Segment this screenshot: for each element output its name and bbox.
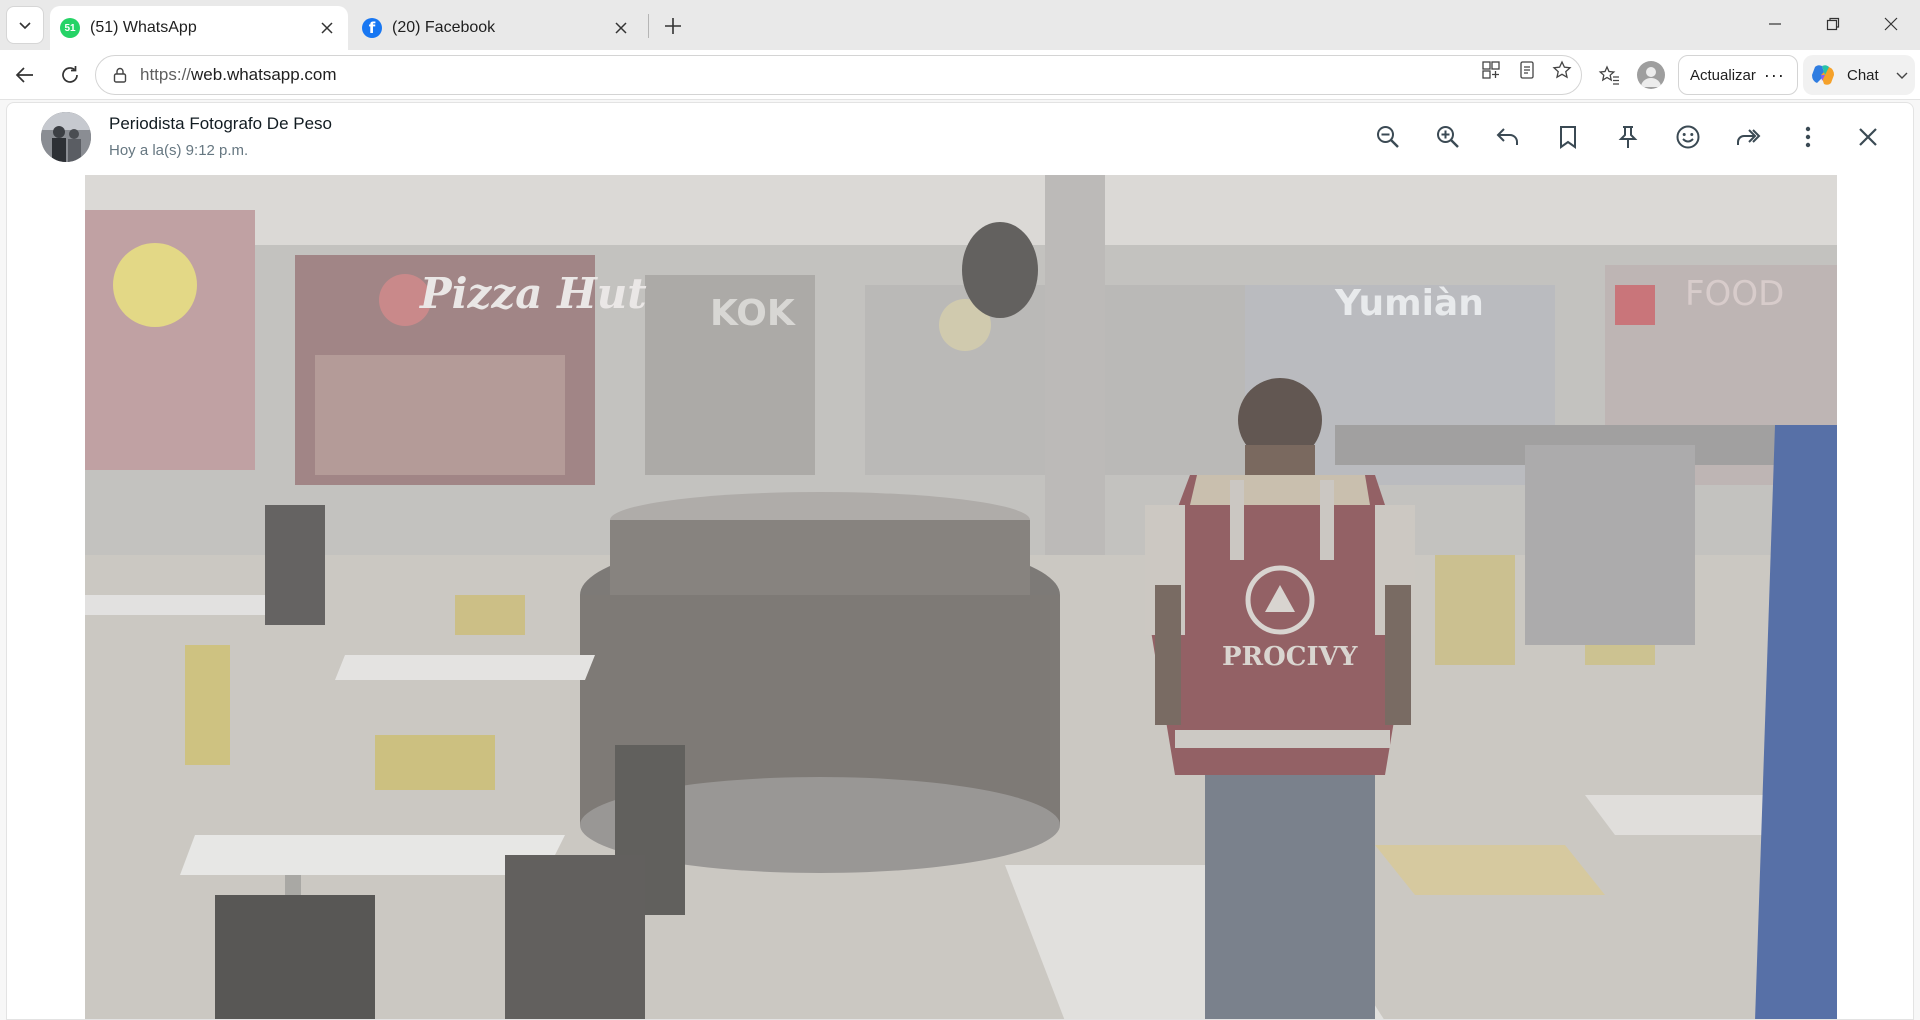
media-image[interactable]: Pizza Hut KOK Yumiàn FOOD PROCIVY	[85, 175, 1837, 1019]
copilot-icon	[1812, 65, 1834, 85]
reload-button[interactable]	[52, 57, 88, 93]
reply-icon	[1496, 128, 1518, 145]
restore-icon	[1826, 17, 1840, 31]
close-tab-icon[interactable]	[610, 17, 632, 39]
close-window-button[interactable]	[1868, 8, 1914, 40]
browser-tab-strip: 51 (51) WhatsApp f (20) Facebook	[0, 0, 1920, 50]
message-timestamp: Hoy a la(s) 9:12 p.m.	[109, 142, 249, 159]
minimize-icon	[1769, 23, 1781, 25]
copilot-chat-button[interactable]: Chat	[1803, 55, 1915, 95]
tab-facebook[interactable]: f (20) Facebook	[352, 6, 642, 50]
zoom-out-button[interactable]	[1370, 119, 1406, 155]
chevron-down-icon	[19, 22, 31, 30]
new-tab-button[interactable]	[656, 10, 690, 42]
bookmark-icon	[1560, 126, 1576, 149]
pin-icon	[1618, 126, 1638, 148]
tab-actions-menu-button[interactable]	[6, 6, 44, 44]
react-button[interactable]	[1670, 119, 1706, 155]
back-button[interactable]	[7, 57, 43, 93]
forward-button[interactable]	[1730, 119, 1766, 155]
add-favorite-star-icon[interactable]	[1551, 59, 1573, 81]
update-browser-button[interactable]: Actualizar ···	[1678, 55, 1798, 95]
more-dots-icon: ···	[1763, 64, 1785, 85]
whatsapp-icon: 51	[60, 18, 80, 38]
reply-button[interactable]	[1490, 119, 1526, 155]
tab-separator	[648, 14, 649, 38]
plus-icon	[665, 18, 681, 34]
emoji-icon	[1676, 125, 1700, 149]
avatar[interactable]	[41, 112, 91, 162]
tab-whatsapp[interactable]: 51 (51) WhatsApp	[50, 6, 348, 50]
reader-view-icon[interactable]	[1516, 59, 1538, 81]
favorites-icon[interactable]	[1596, 62, 1622, 88]
update-label: Actualizar	[1690, 66, 1756, 84]
reload-icon	[62, 66, 78, 83]
arrow-left-icon	[15, 67, 33, 83]
browser-toolbar: https://web.whatsapp.com Actualizar ··· …	[0, 50, 1920, 100]
chevron-down-icon[interactable]	[1895, 68, 1909, 82]
minimize-button[interactable]	[1752, 8, 1798, 40]
zoom-in-button[interactable]	[1430, 119, 1466, 155]
tab-title: (20) Facebook	[392, 19, 496, 36]
restore-button[interactable]	[1810, 8, 1856, 40]
chat-label: Chat	[1847, 66, 1879, 84]
url-text: https://web.whatsapp.com	[140, 65, 337, 84]
zoom-out-icon	[1377, 126, 1399, 148]
profile-avatar[interactable]	[1637, 61, 1665, 89]
bookmark-button[interactable]	[1550, 119, 1586, 155]
close-tab-icon[interactable]	[316, 17, 338, 39]
zoom-in-icon	[1437, 126, 1459, 148]
sender-name: Periodista Fotografo De Peso	[109, 114, 333, 133]
address-bar[interactable]: https://web.whatsapp.com	[95, 55, 1582, 95]
forward-icon	[1737, 129, 1761, 145]
site-info-icon[interactable]	[110, 65, 130, 85]
media-viewer: Periodista Fotografo De Peso Hoy a la(s)…	[6, 102, 1914, 1020]
pin-button[interactable]	[1610, 119, 1646, 155]
facebook-icon: f	[362, 18, 382, 38]
tab-title: (51) WhatsApp	[90, 19, 197, 36]
close-viewer-button[interactable]	[1850, 119, 1886, 155]
more-icon	[1805, 126, 1811, 148]
more-options-button[interactable]	[1790, 119, 1826, 155]
close-icon	[1859, 128, 1877, 146]
app-available-icon[interactable]	[1480, 59, 1502, 81]
close-icon	[1884, 17, 1898, 31]
